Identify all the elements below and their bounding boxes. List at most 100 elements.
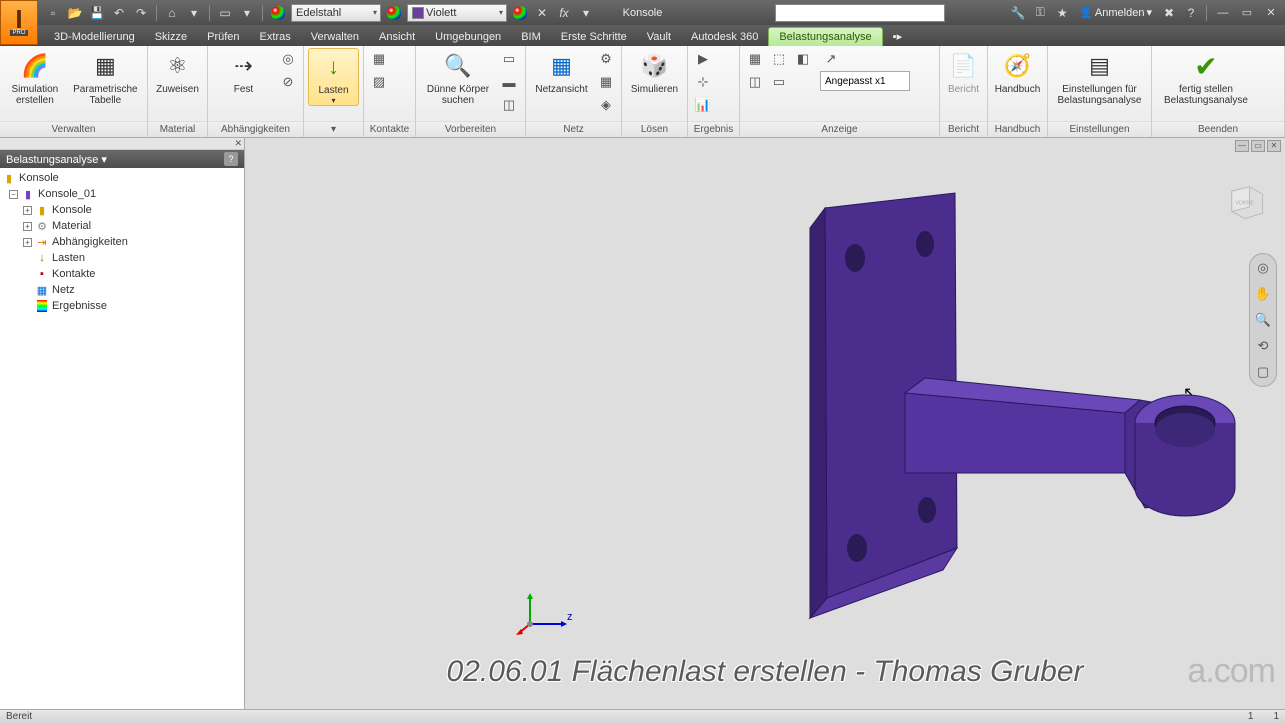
guide-button[interactable]: 🧭Handbuch <box>992 48 1043 95</box>
browser-help-icon[interactable]: ? <box>224 152 238 166</box>
open-icon[interactable]: 📂 <box>66 4 84 22</box>
parametric-table-button[interactable]: ▦Parametrische Tabelle <box>68 48 143 106</box>
tree-contacts[interactable]: Kontakte <box>52 268 95 280</box>
minimize-button[interactable]: — <box>1213 5 1233 21</box>
tab-tools[interactable]: Extras <box>250 28 301 46</box>
vp-close-icon[interactable]: ✕ <box>1267 140 1281 152</box>
navigation-bar[interactable]: ◎ ✋ 🔍 ⟲ ▢ <box>1249 253 1277 387</box>
tab-a360[interactable]: Autodesk 360 <box>681 28 768 46</box>
search-input[interactable] <box>775 4 945 22</box>
tab-getstarted[interactable]: Erste Schritte <box>551 28 637 46</box>
redo-icon[interactable]: ↷ <box>132 4 150 22</box>
local-mesh-icon[interactable]: ▦ <box>595 71 617 93</box>
clear-override-icon[interactable]: ✕ <box>533 4 551 22</box>
fixed-constraint-button[interactable]: ⇢Fest <box>212 48 275 95</box>
select-icon[interactable]: ▭ <box>216 4 234 22</box>
result-probe-icon[interactable]: ⊹ <box>692 71 714 93</box>
finish-button[interactable]: ✔fertig stellen Belastungsanalyse <box>1156 48 1256 106</box>
loads-button[interactable]: ↓Lasten▾ <box>308 48 359 106</box>
key-icon[interactable]: ⚿ <box>1031 4 1049 22</box>
tab-environments[interactable]: Umgebungen <box>425 28 511 46</box>
3d-part-model[interactable] <box>565 178 1245 678</box>
expand-icon[interactable]: + <box>23 222 32 231</box>
tab-sketch[interactable]: Skizze <box>145 28 197 46</box>
restore-button[interactable]: ▭ <box>1237 5 1257 21</box>
frictionless-icon[interactable]: ⊘ <box>277 71 299 93</box>
display-2-icon[interactable]: ◫ <box>744 71 766 93</box>
display-scale-icon[interactable]: ↗ <box>820 48 842 70</box>
tab-3d-modeling[interactable]: 3D-Modellierung <box>44 28 145 46</box>
tab-view[interactable]: Ansicht <box>369 28 425 46</box>
tab-stress-analysis[interactable]: Belastungsanalyse <box>768 27 882 46</box>
result-conv-icon[interactable]: 📊 <box>692 94 714 116</box>
midsurface-icon[interactable]: ▭ <box>498 48 520 70</box>
display-1-icon[interactable]: ▦ <box>744 48 766 70</box>
browser-title[interactable]: Belastungsanalyse ▾ <box>6 153 107 166</box>
assign-material-button[interactable]: ⚛Zuweisen <box>152 48 203 95</box>
settings-button[interactable]: ▤Einstellungen für Belastungsanalyse <box>1052 48 1147 106</box>
close-button[interactable]: ✕ <box>1261 5 1281 21</box>
convergence-icon[interactable]: ◈ <box>595 94 617 116</box>
exchange-icon[interactable]: ✖ <box>1160 4 1178 22</box>
tree-results[interactable]: Ergebnisse <box>52 300 107 312</box>
split-icon[interactable]: ◫ <box>498 94 520 116</box>
pin-constraint-icon[interactable]: ◎ <box>277 48 299 70</box>
mesh-settings-icon[interactable]: ⚙ <box>595 48 617 70</box>
display-scale-dropdown[interactable]: Angepasst x1 <box>820 71 910 91</box>
new-icon[interactable]: ▫ <box>44 4 62 22</box>
create-simulation-button[interactable]: 🌈Simulation erstellen <box>4 48 66 106</box>
fx-icon[interactable]: fx <box>555 4 573 22</box>
tree-mesh[interactable]: Netz <box>52 284 75 296</box>
simulate-button[interactable]: 🎲Simulieren <box>626 48 683 95</box>
tree-loads[interactable]: Lasten <box>52 252 85 264</box>
vp-maximize-icon[interactable]: ▭ <box>1251 140 1265 152</box>
model-browser-tree[interactable]: ▮Konsole −▮Konsole_01 +▮Konsole +⚙Materi… <box>0 168 244 709</box>
display-3-icon[interactable]: ⬚ <box>768 48 790 70</box>
manual-contact-icon[interactable]: ▨ <box>368 71 390 93</box>
nav-zoom-icon[interactable]: 🔍 <box>1253 310 1273 330</box>
appearance-dropdown[interactable]: Violett <box>407 4 507 22</box>
tree-material[interactable]: Material <box>52 220 91 232</box>
tree-root[interactable]: Konsole <box>19 172 59 184</box>
mesh-view-button[interactable]: ▦Netzansicht <box>530 48 593 95</box>
select-dd-icon[interactable]: ▾ <box>238 4 256 22</box>
tab-exit-icon[interactable]: ▪▸ <box>883 27 912 46</box>
tab-bim[interactable]: BIM <box>511 28 551 46</box>
tree-constraints[interactable]: Abhängigkeiten <box>52 236 128 248</box>
tab-inspect[interactable]: Prüfen <box>197 28 249 46</box>
qat-dd-icon[interactable]: ▾ <box>185 4 203 22</box>
3d-viewport[interactable]: — ▭ ✕ VORNE ◎ ✋ 🔍 ⟲ ▢ ↖ <box>245 138 1285 709</box>
thin-bodies-button[interactable]: 🔍Dünne Körper suchen <box>420 48 496 106</box>
display-5-icon[interactable]: ◧ <box>792 48 814 70</box>
collapse-icon[interactable]: − <box>9 190 18 199</box>
material-dropdown[interactable]: Edelstahl <box>291 4 381 22</box>
undo-icon[interactable]: ↶ <box>110 4 128 22</box>
part-icon: ▮ <box>35 203 49 217</box>
search-icon[interactable]: 🔧 <box>1009 4 1027 22</box>
auto-contact-icon[interactable]: ▦ <box>368 48 390 70</box>
nav-pan-icon[interactable]: ✋ <box>1253 284 1273 304</box>
nav-wheel-icon[interactable]: ◎ <box>1253 258 1273 278</box>
vp-minimize-icon[interactable]: — <box>1235 140 1249 152</box>
display-4-icon[interactable]: ▭ <box>768 71 790 93</box>
star-icon[interactable]: ★ <box>1053 4 1071 22</box>
tab-vault[interactable]: Vault <box>637 28 681 46</box>
home-icon[interactable]: ⌂ <box>163 4 181 22</box>
result-anim-icon[interactable]: ▶ <box>692 48 714 70</box>
qat-more-icon[interactable]: ▾ <box>577 4 595 22</box>
help-icon[interactable]: ? <box>1182 4 1200 22</box>
signin-button[interactable]: 👤 Anmelden ▾ <box>1075 6 1156 19</box>
report-button[interactable]: 📄Bericht <box>944 48 983 95</box>
browser-close-button[interactable]: ✕ <box>0 138 244 150</box>
nav-orbit-icon[interactable]: ⟲ <box>1253 336 1273 356</box>
expand-icon[interactable]: + <box>23 206 32 215</box>
nav-lookat-icon[interactable]: ▢ <box>1253 362 1273 382</box>
tree-konsole[interactable]: Konsole <box>52 204 92 216</box>
save-icon[interactable]: 💾 <box>88 4 106 22</box>
offset-icon[interactable]: ▬ <box>498 71 520 93</box>
tree-sim[interactable]: Konsole_01 <box>38 188 96 200</box>
tab-manage[interactable]: Verwalten <box>301 28 369 46</box>
group-prepare-label: Vorbereiten <box>416 121 525 137</box>
app-menu-button[interactable]: IPRO <box>0 0 38 45</box>
expand-icon[interactable]: + <box>23 238 32 247</box>
